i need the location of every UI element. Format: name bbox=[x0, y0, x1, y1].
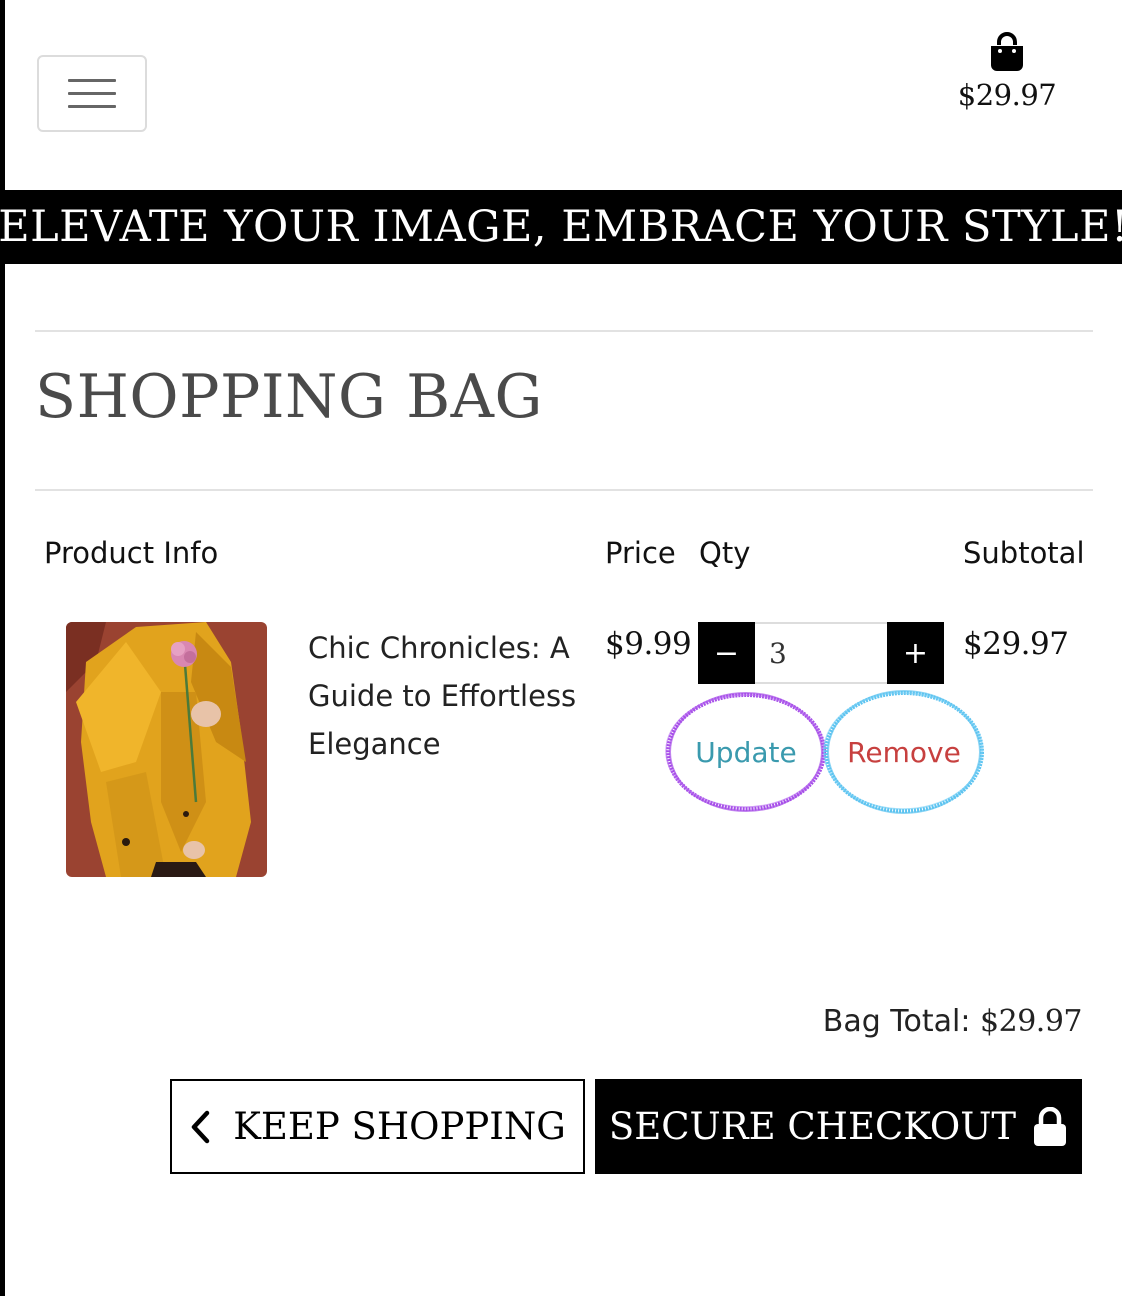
update-quantity-link[interactable]: Update bbox=[665, 690, 827, 814]
bag-total-label: Bag Total: bbox=[822, 1004, 971, 1039]
chevron-left-icon bbox=[191, 1110, 210, 1143]
promo-banner: ELEVATE YOUR IMAGE, EMBRACE YOUR STYLE! bbox=[0, 190, 1122, 264]
quantity-stepper: − + bbox=[698, 622, 944, 684]
header-qty: Qty bbox=[699, 536, 751, 570]
quantity-input[interactable] bbox=[755, 622, 887, 684]
hamburger-menu-icon-bar bbox=[68, 79, 116, 82]
bag-total: Bag Total: $29.97 bbox=[822, 1004, 1083, 1039]
header-bag-total: $29.97 bbox=[957, 78, 1057, 112]
secure-checkout-label: SECURE CHECKOUT bbox=[608, 1105, 1017, 1148]
bag-total-value: $29.97 bbox=[980, 1004, 1082, 1039]
header-subtotal: Subtotal bbox=[963, 536, 1085, 570]
divider bbox=[35, 489, 1093, 491]
header-product-info: Product Info bbox=[44, 536, 219, 570]
page-title: SHOPPING BAG bbox=[35, 362, 543, 432]
shopping-bag-icon bbox=[991, 32, 1023, 71]
shopping-bag-page: $29.97 ELEVATE YOUR IMAGE, EMBRACE YOUR … bbox=[0, 0, 1122, 1296]
product-photo-icon bbox=[66, 622, 267, 877]
remove-link-text: Remove bbox=[847, 735, 961, 769]
promo-banner-text: ELEVATE YOUR IMAGE, EMBRACE YOUR STYLE! bbox=[0, 202, 1122, 252]
menu-toggle-button[interactable] bbox=[37, 55, 147, 132]
divider bbox=[35, 330, 1093, 332]
secure-checkout-button[interactable]: SECURE CHECKOUT bbox=[595, 1079, 1082, 1174]
keep-shopping-button[interactable]: KEEP SHOPPING bbox=[170, 1079, 585, 1174]
hamburger-menu-icon-bar bbox=[68, 105, 116, 108]
header-price: Price bbox=[605, 536, 676, 570]
product-price: $9.99 bbox=[605, 626, 692, 662]
hamburger-menu-icon-bar bbox=[68, 92, 116, 95]
increment-quantity-button[interactable]: + bbox=[887, 622, 944, 684]
product-subtotal: $29.97 bbox=[963, 626, 1069, 662]
shopping-bag-link[interactable]: $29.97 bbox=[952, 32, 1062, 112]
product-name[interactable]: Chic Chronicles: A Guide to Effortless E… bbox=[308, 624, 588, 768]
remove-item-link[interactable]: Remove bbox=[823, 688, 985, 816]
product-image[interactable] bbox=[66, 622, 267, 877]
decrement-quantity-button[interactable]: − bbox=[698, 622, 755, 684]
lock-icon bbox=[1034, 1106, 1067, 1146]
update-link-text: Update bbox=[695, 735, 797, 769]
keep-shopping-label: KEEP SHOPPING bbox=[233, 1105, 566, 1148]
